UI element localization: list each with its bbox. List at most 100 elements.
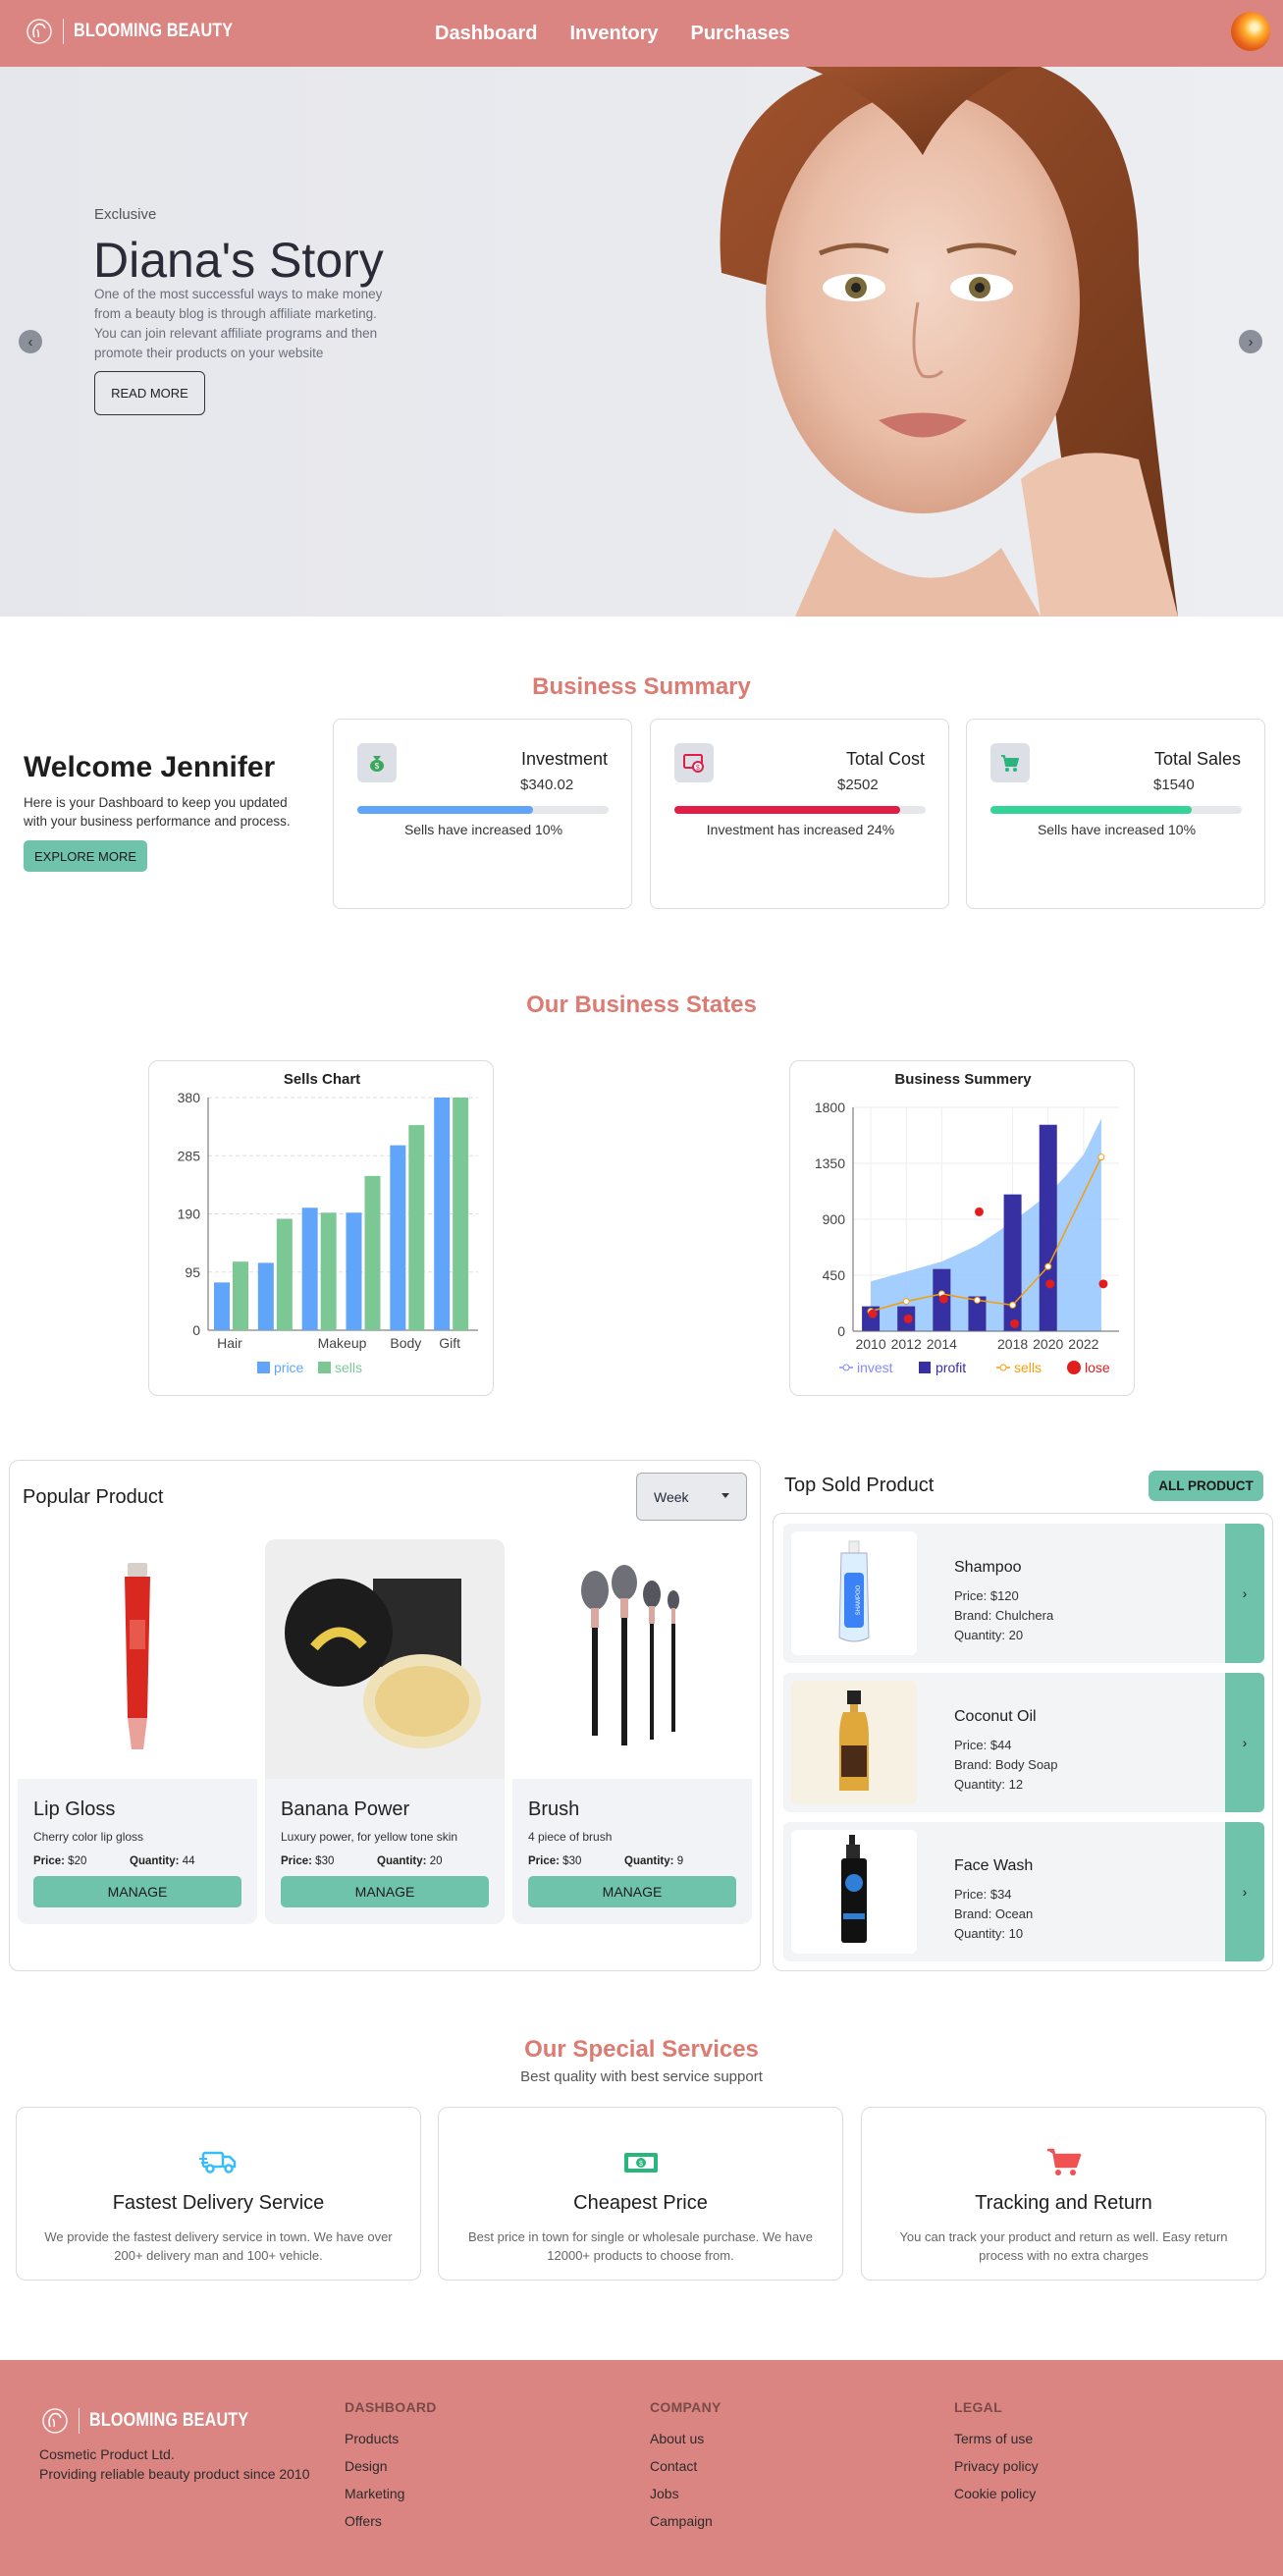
- services-subtitle: Best quality with best service support: [520, 2068, 763, 2085]
- chevron-left-icon: ‹: [27, 333, 33, 350]
- stat-note: Sells have increased 10%: [403, 822, 563, 837]
- footer-link[interactable]: Jobs: [650, 2486, 722, 2501]
- top-item-brand: Brand: Body Soap: [954, 1757, 1058, 1772]
- business-summery-chart-card: Business Summery 0 450 900 1350 1800 2010 2012 2…: [789, 1060, 1135, 1396]
- sells-chart: Sells Chart 0 95 190 285 380 Hair Makeup Body Gif…: [178, 1071, 478, 1375]
- y-tick-label: 95: [185, 1264, 200, 1280]
- explore-more-button[interactable]: EXPLORE MORE: [24, 840, 147, 872]
- bar-sells: [233, 1261, 248, 1330]
- investment-card: $ Investment $340.02 Sells have increase…: [333, 719, 632, 909]
- x-tick-label: Makeup: [318, 1335, 367, 1351]
- top-item-price: Price: $44: [954, 1738, 1012, 1752]
- footer-link[interactable]: Campaign: [650, 2513, 722, 2529]
- legend-swatch-profit: [919, 1362, 931, 1373]
- footer-link[interactable]: Contact: [650, 2458, 722, 2474]
- progress-bar: [357, 806, 609, 814]
- footer-logo[interactable]: BLOOMING BEAUTY: [41, 2407, 277, 2435]
- sells-chart-card: Sells Chart 0 95 190 285 380 Hair Makeup Body Gif…: [148, 1060, 494, 1396]
- nav-link-dashboard[interactable]: Dashboard: [435, 23, 537, 45]
- y-tick-label: 190: [178, 1207, 201, 1222]
- money-bill-icon: $: [624, 2153, 658, 2173]
- legend-marker-sells: [999, 1364, 1007, 1371]
- service-title: Cheapest Price: [573, 2192, 708, 2214]
- bar-sells: [276, 1218, 293, 1330]
- brand-logo[interactable]: BLOOMING BEAUTY: [26, 18, 261, 45]
- point-lose: [1098, 1279, 1108, 1289]
- top-item-brand: Brand: Ocean: [954, 1906, 1034, 1921]
- footer-link[interactable]: Privacy policy: [954, 2458, 1039, 2474]
- receipt-icon: $: [674, 743, 714, 782]
- footer-link[interactable]: Marketing: [345, 2486, 437, 2501]
- logo-divider: [63, 19, 64, 44]
- caret-down-icon: [722, 1493, 729, 1498]
- footer-link[interactable]: Products: [345, 2431, 437, 2446]
- hero-title: Diana's Story: [93, 233, 384, 288]
- point-lose: [903, 1314, 913, 1323]
- lip-gloss-icon: [18, 1539, 257, 1779]
- list-item: Face Wash Price: $34 Brand: Ocean Quanti…: [783, 1822, 1264, 1961]
- nav-link-inventory[interactable]: Inventory: [569, 23, 658, 45]
- y-tick-label: 0: [837, 1323, 845, 1339]
- bar-profit: [1039, 1124, 1057, 1331]
- services-title: Our Special Services: [524, 2036, 759, 2063]
- footer-link[interactable]: Terms of use: [954, 2431, 1039, 2446]
- view-item-button[interactable]: ›: [1225, 1822, 1264, 1961]
- y-tick-label: 900: [823, 1211, 846, 1227]
- legend-label-lose: lose: [1085, 1360, 1110, 1375]
- all-product-button[interactable]: ALL PRODUCT: [1149, 1471, 1263, 1501]
- bar-sells: [408, 1125, 425, 1330]
- x-tick-label: 2018: [997, 1336, 1028, 1352]
- face-wash-bottle-icon: [791, 1830, 917, 1954]
- bar-sells: [453, 1098, 469, 1330]
- chevron-right-icon: ›: [1248, 333, 1254, 350]
- makeup-brush-icon: [512, 1539, 752, 1779]
- money-bag-icon: $: [357, 743, 397, 782]
- top-item-quantity: Quantity: 20: [954, 1628, 1024, 1642]
- x-tick-label: 2014: [927, 1336, 957, 1352]
- product-card: Banana Power Luxury power, for yellow to…: [265, 1539, 505, 1924]
- carousel-prev-button[interactable]: ‹: [19, 330, 42, 353]
- top-navbar: BLOOMING BEAUTY Dashboard Inventory Purc…: [0, 0, 1283, 67]
- chevron-right-icon: ›: [1242, 1735, 1248, 1750]
- stat-note: Sells have increased 10%: [1037, 822, 1197, 837]
- hero-description: One of the most successful ways to make …: [94, 287, 383, 360]
- legend-marker-invest: [842, 1364, 850, 1371]
- x-tick-label: 2010: [855, 1336, 885, 1352]
- footer-link[interactable]: Cookie policy: [954, 2486, 1039, 2501]
- cart-icon: [1047, 2148, 1082, 2175]
- top-item-name: Shampoo: [954, 1559, 1022, 1576]
- footer-link[interactable]: Offers: [345, 2513, 437, 2529]
- point-sells: [1009, 1301, 1017, 1309]
- product-price: Price: $20: [33, 1855, 87, 1867]
- user-avatar[interactable]: [1231, 12, 1270, 51]
- product-name: Brush: [528, 1798, 580, 1820]
- service-card: Fastest Delivery Service We provide the …: [16, 2107, 421, 2281]
- read-more-button[interactable]: READ MORE: [94, 371, 205, 415]
- period-select[interactable]: Week: [636, 1473, 747, 1521]
- product-card: Brush 4 piece of brush Price: $30 Quanti…: [512, 1539, 752, 1924]
- legend-label-profit: profit: [936, 1360, 966, 1375]
- legend-swatch-lose: [1067, 1361, 1081, 1374]
- manage-button[interactable]: MANAGE: [528, 1876, 736, 1907]
- view-item-button[interactable]: ›: [1225, 1673, 1264, 1812]
- top-item-name: Face Wash: [954, 1857, 1034, 1874]
- top-sold-title: Top Sold Product: [784, 1475, 935, 1496]
- service-card: $ Cheapest Price Best price in town for …: [438, 2107, 843, 2281]
- point-sells: [902, 1298, 910, 1306]
- x-tick-label: Hair: [217, 1335, 242, 1351]
- point-lose: [938, 1294, 948, 1304]
- nav-link-purchases[interactable]: Purchases: [691, 23, 790, 45]
- footer-column-dashboard: DASHBOARD Products Design Marketing Offe…: [345, 2399, 437, 2541]
- footer-link[interactable]: About us: [650, 2431, 722, 2446]
- svg-text:$: $: [375, 762, 380, 771]
- x-tick-label: Gift: [439, 1335, 460, 1351]
- y-tick-label: 1350: [815, 1155, 845, 1171]
- carousel-next-button[interactable]: ›: [1239, 330, 1262, 353]
- view-item-button[interactable]: ›: [1225, 1524, 1264, 1663]
- footer-link[interactable]: Design: [345, 2458, 437, 2474]
- stat-value: $1540: [1153, 777, 1195, 793]
- product-quantity: Quantity: 44: [130, 1855, 195, 1867]
- manage-button[interactable]: MANAGE: [281, 1876, 489, 1907]
- manage-button[interactable]: MANAGE: [33, 1876, 241, 1907]
- stat-title: Investment: [520, 749, 608, 769]
